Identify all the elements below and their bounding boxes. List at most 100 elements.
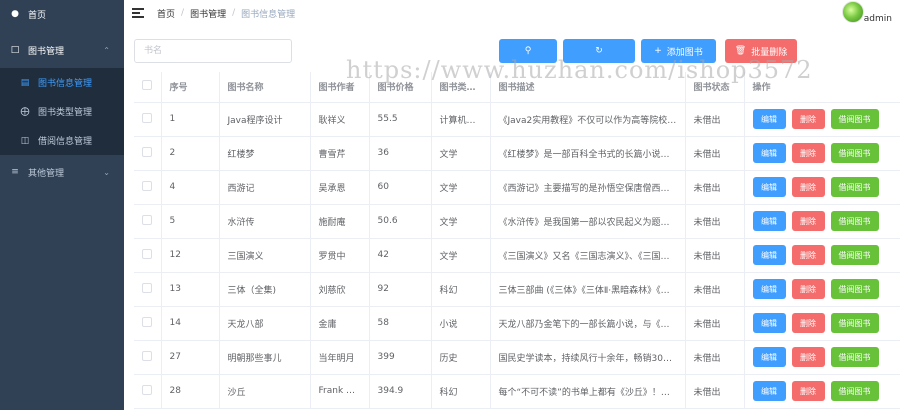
row-select-cell bbox=[134, 170, 162, 205]
cell-name: 三国演义 bbox=[219, 238, 311, 273]
breadcrumb: 首页 / 图书管理 / 图书信息管理 bbox=[157, 7, 295, 20]
username[interactable]: admin bbox=[864, 14, 892, 24]
sidebar-item-borrow-info[interactable]: ◫ 借阅信息管理 bbox=[0, 126, 124, 155]
breadcrumb-book-management[interactable]: 图书管理 bbox=[190, 7, 226, 20]
row-checkbox[interactable] bbox=[142, 214, 152, 225]
refresh-icon: ↻ bbox=[595, 46, 603, 56]
row-select-cell bbox=[134, 136, 162, 171]
borrow-button[interactable]: 借阅图书 bbox=[830, 313, 879, 333]
column-header[interactable]: 图书价格 bbox=[369, 72, 432, 103]
cell-name: 水浒传 bbox=[219, 204, 311, 239]
cell-id: 13 bbox=[161, 272, 220, 307]
column-header[interactable]: 图书名称 bbox=[219, 72, 311, 103]
breadcrumb-separator: / bbox=[232, 8, 236, 18]
breadcrumb-home[interactable]: 首页 bbox=[157, 7, 175, 20]
cell-type: 文学 bbox=[431, 204, 491, 239]
hamburger-icon[interactable] bbox=[132, 8, 144, 18]
borrow-button[interactable]: 借阅图书 bbox=[830, 109, 879, 129]
row-checkbox[interactable] bbox=[142, 112, 152, 123]
row-select-cell bbox=[134, 102, 162, 137]
row-checkbox[interactable] bbox=[142, 316, 152, 327]
delete-button[interactable]: 删除 bbox=[791, 143, 825, 163]
cell-status: 未借出 bbox=[685, 102, 745, 137]
edit-button[interactable]: 编辑 bbox=[752, 279, 786, 299]
edit-button[interactable]: 编辑 bbox=[752, 143, 786, 163]
sidebar-item-book-type[interactable]: ⨁ 图书类型管理 bbox=[0, 97, 124, 126]
delete-button[interactable]: 删除 bbox=[791, 347, 825, 367]
row-checkbox[interactable] bbox=[142, 384, 152, 395]
edit-button[interactable]: 编辑 bbox=[752, 109, 786, 129]
select-all-checkbox[interactable] bbox=[142, 80, 152, 91]
edit-button[interactable]: 编辑 bbox=[752, 177, 786, 197]
cell-actions: 编辑 删除 借阅图书 bbox=[744, 102, 900, 137]
row-checkbox[interactable] bbox=[142, 146, 152, 157]
table-row[interactable]: 28 沙丘 Frank Her… 394.9 科幻 每个“不可不读”的书单上都有《沙丘》！… bbox=[134, 374, 900, 409]
chevron-up-icon: ⌃ bbox=[103, 45, 110, 55]
edit-button[interactable]: 编辑 bbox=[752, 347, 786, 367]
cell-status: 未借出 bbox=[685, 340, 745, 375]
delete-button[interactable]: 删除 bbox=[791, 177, 825, 197]
column-header[interactable]: 序号 bbox=[161, 72, 220, 103]
breadcrumb-separator: / bbox=[181, 8, 185, 18]
row-checkbox[interactable] bbox=[142, 180, 152, 191]
column-header[interactable]: 图书描述 bbox=[490, 72, 686, 103]
edit-button[interactable]: 编辑 bbox=[752, 381, 786, 401]
cell-status: 未借出 bbox=[685, 136, 745, 171]
delete-button[interactable]: 删除 bbox=[791, 245, 825, 265]
book-icon: □ bbox=[10, 45, 20, 55]
sidebar-item-label: 借阅信息管理 bbox=[38, 137, 93, 147]
sidebar-item-book-management[interactable]: □ 图书管理 ⌃ bbox=[0, 32, 124, 68]
cell-desc: 《红楼梦》是一部百科全书式的长篇小说。以… bbox=[490, 136, 686, 171]
table-row[interactable]: 4 西游记 吴承恩 60 文学 《西游记》主要描写的是孙悟空保唐僧西天取… 未借出 编辑 删除借… bbox=[134, 170, 900, 205]
borrow-button[interactable]: 借阅图书 bbox=[830, 245, 879, 265]
search-icon: ⚲ bbox=[524, 46, 532, 56]
column-header[interactable]: 图书状态 bbox=[685, 72, 745, 103]
borrow-button[interactable]: 借阅图书 bbox=[830, 211, 879, 231]
sidebar-item-book-info[interactable]: ▤ 图书信息管理 bbox=[0, 68, 124, 97]
delete-button[interactable]: 删除 bbox=[791, 211, 825, 231]
sidebar-item-other[interactable]: ≡ 其他管理 ⌄ bbox=[0, 155, 124, 189]
delete-button[interactable]: 删除 bbox=[791, 381, 825, 401]
cell-type: 科幻 bbox=[431, 272, 491, 307]
cell-price: 92 bbox=[369, 272, 432, 307]
column-header[interactable]: 图书类型名 bbox=[431, 72, 491, 103]
row-checkbox[interactable] bbox=[142, 282, 152, 293]
cell-actions: 编辑 删除 借阅图书 bbox=[744, 238, 900, 273]
column-header[interactable]: 图书作者 bbox=[310, 72, 370, 103]
table-row[interactable]: 14 天龙八部 金庸 58 小说 天龙八部乃金笔下的一部长篇小说，与《射雕… 未借出 编辑 删除… bbox=[134, 306, 900, 341]
borrow-button[interactable]: 借阅图书 bbox=[830, 143, 879, 163]
dashboard-icon: ● bbox=[11, 9, 19, 19]
delete-button[interactable]: 删除 bbox=[791, 109, 825, 129]
borrow-button[interactable]: 借阅图书 bbox=[830, 381, 879, 401]
cell-id: 2 bbox=[161, 136, 220, 171]
borrow-button[interactable]: 借阅图书 bbox=[830, 177, 879, 197]
table-row[interactable]: 5 水浒传 施耐庵 50.6 文学 《水浒传》是我国第一部以农民起义为题材的… 未借出 编辑删… bbox=[134, 204, 900, 239]
table-row[interactable]: 1 Java程序设计 耿祥义 55.5 计算机科学 《Java2实用教程》不仅可以作为高等… bbox=[134, 102, 900, 137]
cell-desc: 三体三部曲 (《三体》《三体Ⅱ·黑暗森林》《… bbox=[490, 272, 686, 307]
table-row[interactable]: 2 红楼梦 曹雪芹 36 文学 《红楼梦》是一部百科全书式的长篇小说。以… 未借出 编辑 删除借… bbox=[134, 136, 900, 171]
delete-button[interactable]: 删除 bbox=[791, 279, 825, 299]
row-checkbox[interactable] bbox=[142, 248, 152, 259]
edit-button[interactable]: 编辑 bbox=[752, 245, 786, 265]
batch-delete-button[interactable]: 🗑 批量删除 bbox=[725, 39, 797, 63]
table-row[interactable]: 12 三国演义 罗贯中 42 文学 《三国演义》又名《三国志演义》、《三国志… 未借出 编辑删… bbox=[134, 238, 900, 273]
book-name-search-input[interactable] bbox=[134, 39, 292, 63]
table-row[interactable]: 13 三体（全集) 刘慈欣 92 科幻 三体三部曲 (《三体》《三体Ⅱ·黑暗森林》《… 未借… bbox=[134, 272, 900, 307]
reset-button[interactable]: ↻ bbox=[563, 39, 635, 63]
borrow-button[interactable]: 借阅图书 bbox=[830, 347, 879, 367]
edit-button[interactable]: 编辑 bbox=[752, 313, 786, 333]
cell-desc: 每个“不可不读”的书单上都有《沙丘》！伟大… bbox=[490, 374, 686, 409]
search-button[interactable]: ⚲ bbox=[499, 39, 557, 63]
sidebar-item-home[interactable]: ● 首页 bbox=[0, 0, 124, 28]
edit-button[interactable]: 编辑 bbox=[752, 211, 786, 231]
avatar[interactable] bbox=[842, 1, 864, 23]
sidebar-item-label: 图书管理 bbox=[28, 46, 65, 57]
borrow-button[interactable]: 借阅图书 bbox=[830, 279, 879, 299]
sidebar-item-label: 首页 bbox=[28, 10, 47, 21]
delete-button[interactable]: 删除 bbox=[791, 313, 825, 333]
row-checkbox[interactable] bbox=[142, 350, 152, 361]
book-table: 序号 图书名称 图书作者 图书价格 图书类型名 图书描述 图书状态 操作 1 Ja… bbox=[134, 72, 900, 409]
table-row[interactable]: 27 明朝那些事儿 当年明月 399 历史 国民史学读本，持续风行十余年，畅销3000万…… bbox=[134, 340, 900, 375]
add-book-button[interactable]: + 添加图书 bbox=[641, 39, 716, 63]
cell-name: Java程序设计 bbox=[219, 102, 311, 137]
